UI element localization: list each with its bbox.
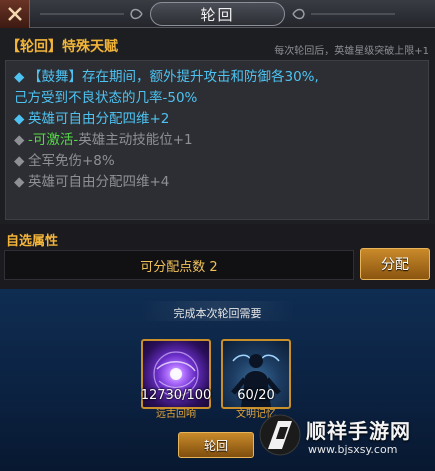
- talent-line: 己方受到不良状态的几率-50%: [14, 88, 420, 109]
- talent-line-locked: ◆ -可激活-英雄主动技能位+1: [14, 130, 420, 151]
- talent-line-text: 英雄可自由分配四维+2: [28, 111, 170, 127]
- item-count: 60/20: [237, 388, 275, 403]
- talent-hint: 每次轮回后，英雄星级突破上限+1: [274, 46, 429, 57]
- close-icon: [7, 7, 22, 21]
- left-scroll-ornament-icon: [130, 8, 143, 20]
- item-name: 远古回响: [156, 409, 196, 420]
- diamond-bullet-icon: ◆: [14, 111, 25, 127]
- watermark-logo-icon: [259, 414, 301, 456]
- diamond-bullet-icon: ◆: [14, 132, 25, 148]
- requirement-title: 完成本次轮回需要: [173, 307, 262, 320]
- talent-line: ◆ 英雄可自由分配四维+2: [14, 109, 420, 130]
- reincarnate-button[interactable]: 轮回: [178, 432, 254, 458]
- talent-line-locked: ◆ 全军免伤+8%: [14, 151, 420, 172]
- talent-line-locked: ◆ 英雄可自由分配四维+4: [14, 172, 420, 193]
- title-bar: 轮回: [0, 0, 435, 28]
- watermark-name: 顺祥手游网: [306, 419, 411, 443]
- talent-list: ◆ 【鼓舞】存在期间，额外提升攻击和防御各30%, 己方受到不良状态的几率-50%…: [5, 60, 429, 220]
- diamond-bullet-icon: ◆: [14, 174, 25, 190]
- available-points: 可分配点数 2: [4, 250, 354, 280]
- attribute-label: 自选属性: [6, 234, 59, 249]
- talent-panel: 【轮回】特殊天赋 每次轮回后，英雄星级突破上限+1 ◆ 【鼓舞】存在期间，额外提升…: [0, 28, 435, 224]
- assign-button[interactable]: 分配: [360, 248, 430, 280]
- talent-line-text: 全军免伤+8%: [28, 153, 115, 169]
- talent-title: 【轮回】特殊天赋: [6, 39, 118, 55]
- talent-line-text: 英雄主动技能位+1: [78, 132, 193, 148]
- diamond-bullet-icon: ◆: [14, 153, 25, 169]
- watermark-url: www.bjsxsy.com: [308, 443, 398, 456]
- talent-line: ◆ 【鼓舞】存在期间，额外提升攻击和防御各30%,: [14, 67, 420, 88]
- talent-line-text: 英雄可自由分配四维+4: [28, 174, 170, 190]
- right-ornament-line: [311, 13, 395, 15]
- talent-line-text: 【鼓舞】存在期间，额外提升攻击和防御各30%,: [28, 69, 319, 85]
- close-button[interactable]: [0, 0, 30, 28]
- window-title: 轮回: [150, 2, 285, 26]
- diamond-bullet-icon: ◆: [14, 69, 25, 85]
- left-ornament-line: [40, 13, 124, 15]
- item-count: 12730/100: [140, 388, 212, 403]
- talent-line-text: 己方受到不良状态的几率-50%: [14, 90, 198, 106]
- right-scroll-ornament-icon: [292, 8, 305, 20]
- activatable-tag: -可激活-: [28, 132, 79, 148]
